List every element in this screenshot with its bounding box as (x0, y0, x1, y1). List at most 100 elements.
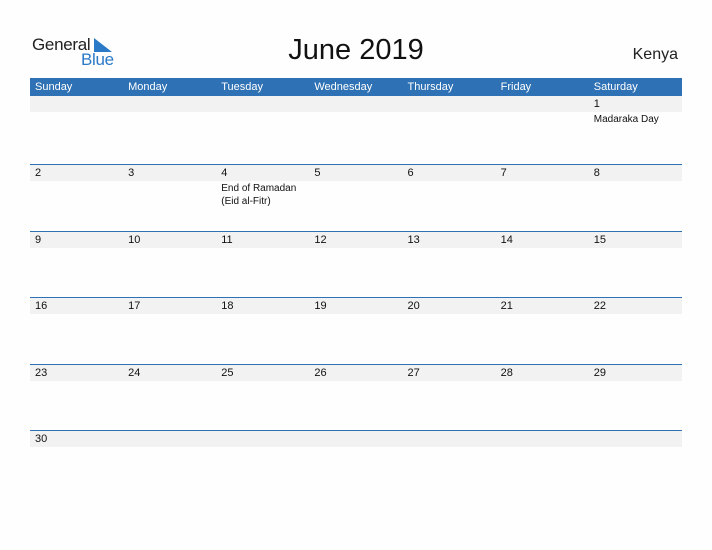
day-number: 9 (35, 233, 42, 246)
day-cell (403, 431, 496, 448)
day-number (221, 431, 309, 447)
day-number: 21 (500, 300, 513, 312)
day-cell: 4 End of Ramadan (Eid al-Fitr) (216, 165, 309, 208)
day-number: 16 (35, 300, 48, 312)
day-number: 3 (128, 167, 135, 179)
day-cell (30, 96, 123, 126)
day-cell: 19 (309, 298, 402, 315)
day-cell: 13 (403, 232, 496, 249)
day-cell: 1 Madaraka Day (589, 96, 682, 126)
week-row: 1 Madaraka Day (30, 96, 682, 164)
day-cell (216, 96, 309, 126)
day-number: 25 (221, 366, 234, 379)
weekday-monday: Monday (128, 81, 168, 93)
day-cell (309, 431, 402, 448)
day-number: 4 (221, 167, 228, 179)
day-cell: 18 (216, 298, 309, 315)
day-cell (309, 96, 402, 126)
day-number: 8 (593, 167, 600, 179)
day-number (221, 96, 309, 112)
day-number: 15 (593, 233, 606, 246)
day-cell (496, 96, 589, 126)
day-number (594, 431, 682, 447)
day-number (501, 96, 589, 112)
weekday-saturday: Saturday (593, 81, 638, 93)
day-number: 23 (35, 366, 48, 379)
weekday-wednesday: Wednesday (314, 81, 373, 93)
week-cells: 2 3 4 End of Ramadan (Eid al-Fitr) 5 6 7 8 (30, 165, 682, 208)
day-number: 28 (500, 366, 513, 379)
day-cell: 29 (589, 365, 682, 382)
day-number: 30 (35, 433, 48, 445)
day-number (35, 96, 123, 112)
day-cell: 5 (309, 165, 402, 208)
calendar-grid: Sunday Monday Tuesday Wednesday Thursday… (30, 78, 682, 497)
day-cell: 9 (30, 232, 123, 249)
holiday-label: Madaraka Day (593, 114, 659, 125)
day-cell: 28 (496, 365, 589, 382)
day-cell: 25 (216, 365, 309, 382)
weekday-sunday: Sunday (35, 81, 73, 93)
day-number: 14 (500, 233, 513, 246)
week-cells: 1 Madaraka Day (30, 96, 682, 126)
day-cell: 11 (216, 232, 309, 249)
day-cell: 2 (30, 165, 123, 208)
day-number (128, 431, 216, 447)
day-number (501, 431, 589, 447)
day-number (408, 431, 496, 447)
holiday-label: End of Ramadan (Eid al-Fitr) (221, 183, 297, 207)
day-cell (589, 431, 682, 448)
week-cells: 16 17 18 19 20 21 22 (30, 298, 682, 315)
day-cell: 22 (589, 298, 682, 315)
day-number: 26 (314, 366, 327, 379)
day-cell: 21 (496, 298, 589, 315)
day-cell: 30 (30, 431, 123, 448)
weekday-tuesday: Tuesday (221, 81, 264, 93)
week-cells: 23 24 25 26 27 28 29 (30, 365, 682, 382)
day-cell: 15 (589, 232, 682, 249)
day-number: 24 (128, 366, 141, 379)
day-cell: 12 (309, 232, 402, 249)
day-number: 13 (407, 233, 420, 246)
week-row: 23 24 25 26 27 28 29 (30, 363, 682, 431)
day-cell: 24 (123, 365, 216, 382)
week-cells: 9 10 11 12 13 14 15 (30, 232, 682, 249)
day-number: 6 (407, 167, 414, 179)
week-row: 16 17 18 19 20 21 22 (30, 297, 682, 364)
day-number (408, 96, 496, 112)
day-cell: 6 (403, 165, 496, 208)
day-number: 29 (593, 366, 606, 379)
day-number: 27 (407, 366, 420, 379)
day-number: 12 (314, 233, 327, 246)
country-label: Kenya (632, 46, 678, 63)
day-number: 5 (314, 167, 321, 179)
day-number: 7 (500, 167, 507, 179)
week-row: 9 10 11 12 13 14 15 (30, 230, 682, 298)
day-number (314, 96, 402, 112)
day-cell: 14 (496, 232, 589, 249)
day-cell: 16 (30, 298, 123, 315)
day-cell (123, 96, 216, 126)
day-cell: 27 (403, 365, 496, 382)
day-cell: 26 (309, 365, 402, 382)
day-cell (496, 431, 589, 448)
day-cell: 10 (123, 232, 216, 249)
day-number: 2 (35, 167, 42, 179)
week-cells: 30 (30, 431, 682, 448)
day-cell: 23 (30, 365, 123, 382)
day-cell: 8 (589, 165, 682, 208)
day-cell (216, 431, 309, 448)
day-number: 17 (128, 300, 141, 312)
day-cell: 3 (123, 165, 216, 208)
day-number: 19 (314, 300, 327, 312)
day-cell (123, 431, 216, 448)
day-number (128, 96, 216, 112)
day-number: 1 (593, 98, 600, 110)
day-number: 11 (221, 233, 233, 246)
day-number: 10 (128, 233, 141, 246)
day-number: 18 (221, 300, 234, 312)
day-number (314, 431, 402, 447)
day-number: 20 (407, 300, 420, 312)
weekday-thursday: Thursday (407, 81, 454, 93)
week-row: 2 3 4 End of Ramadan (Eid al-Fitr) 5 6 7 8 (30, 164, 682, 231)
